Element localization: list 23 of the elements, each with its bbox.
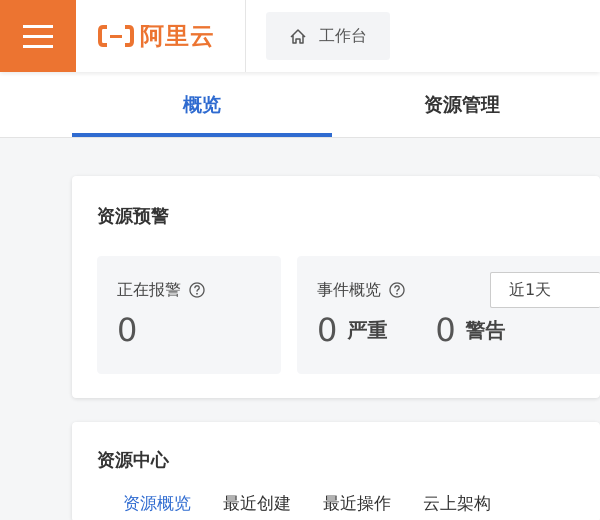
tile-label: 正在报警 — [117, 280, 181, 300]
card-title: 资源预警 — [97, 205, 170, 229]
tab[interactable]: 概览 — [72, 72, 332, 137]
tab[interactable]: 最近创建 — [223, 492, 291, 515]
workbench-button[interactable]: 工作台 — [266, 12, 390, 60]
tab[interactable]: 资源概览 — [123, 492, 191, 515]
menu-button[interactable] — [0, 0, 76, 72]
help-icon — [189, 282, 205, 298]
stat-label: 严重 — [347, 316, 388, 344]
tab[interactable]: 最近操作 — [323, 492, 391, 515]
stat-value: 0 — [317, 310, 338, 351]
menu-icon — [23, 24, 53, 48]
tile-label: 事件概览 — [317, 280, 381, 300]
stat-label: 警告 — [466, 316, 506, 344]
tab[interactable]: 资源管理 — [332, 72, 592, 137]
card-title: 资源中心 — [97, 449, 170, 473]
bracket-logo-icon — [98, 25, 134, 47]
tab[interactable]: 云上架构 — [423, 492, 491, 515]
stat-value: 0 — [435, 310, 456, 351]
home-icon — [289, 28, 307, 44]
range-dropdown[interactable]: 近1天 — [490, 272, 600, 308]
stat-value: 0 — [117, 310, 138, 351]
help-icon — [389, 282, 405, 298]
